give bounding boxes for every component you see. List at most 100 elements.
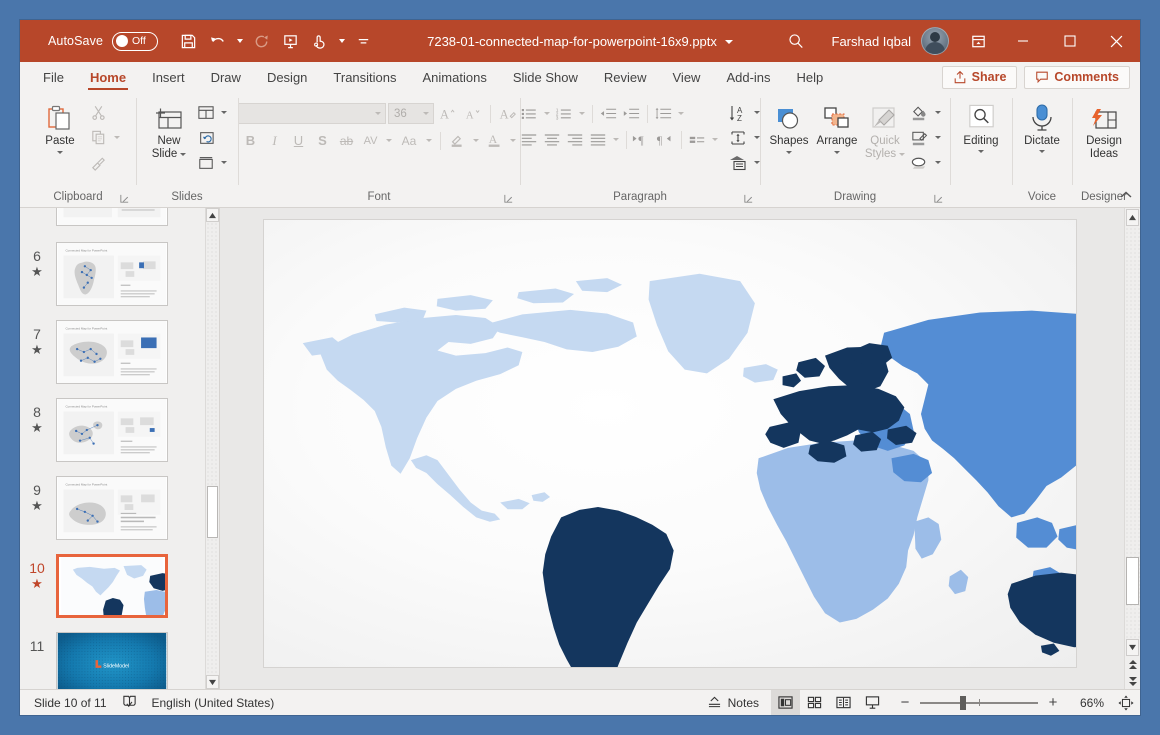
shapes-button[interactable]: Shapes xyxy=(766,98,812,154)
underline-button[interactable]: U xyxy=(287,129,310,152)
zoom-slider[interactable] xyxy=(920,695,1038,711)
shape-effects-dropdown-icon[interactable] xyxy=(932,151,944,174)
maximize-button[interactable] xyxy=(1046,20,1093,62)
document-title[interactable]: 7238-01-connected-map-for-powerpoint-16x… xyxy=(427,34,717,49)
notes-button[interactable]: Notes xyxy=(695,690,771,715)
tab-draw[interactable]: Draw xyxy=(198,62,254,92)
drawing-dialog-launcher-icon[interactable] xyxy=(933,191,944,203)
font-color-icon[interactable]: A xyxy=(483,129,506,152)
scroll-track[interactable] xyxy=(1125,227,1140,638)
shape-effects-icon[interactable] xyxy=(908,151,931,174)
tab-review[interactable]: Review xyxy=(591,62,660,92)
thumbnail-scrollbar[interactable] xyxy=(205,208,219,689)
scroll-down-button[interactable] xyxy=(1126,639,1139,656)
slide-thumbnail[interactable]: Connected Map for PowerPoint xyxy=(56,320,168,384)
slide-thumbnail[interactable]: Connected Map for PowerPoint xyxy=(56,398,168,462)
slide-indicator[interactable]: Slide 10 of 11 xyxy=(34,696,107,710)
scroll-thumb[interactable] xyxy=(1126,557,1139,605)
text-box-spacing-icon[interactable] xyxy=(727,126,750,149)
tab-insert[interactable]: Insert xyxy=(139,62,198,92)
bullets-dropdown-icon[interactable] xyxy=(541,102,553,125)
thumbnail-scroll-thumb[interactable] xyxy=(207,486,218,538)
autosave-toggle[interactable]: Off xyxy=(112,31,159,51)
font-dialog-launcher-icon[interactable] xyxy=(503,191,514,203)
tab-view[interactable]: View xyxy=(660,62,714,92)
undo-icon[interactable] xyxy=(204,28,231,55)
undo-dropdown-icon[interactable] xyxy=(233,28,246,55)
cut-icon[interactable] xyxy=(87,101,110,124)
columns-icon[interactable] xyxy=(727,151,750,174)
customize-quick-access-toolbar-icon[interactable] xyxy=(350,28,377,55)
zoom-in-button[interactable]: + xyxy=(1045,695,1061,711)
text-direction-icon[interactable]: ¶ xyxy=(631,128,654,151)
numbering-dropdown-icon[interactable] xyxy=(576,102,588,125)
zoom-control[interactable]: − + 66% xyxy=(887,695,1112,711)
slide-thumbnail[interactable]: Connected Map for PowerPoint xyxy=(56,476,168,540)
font-size-input[interactable]: 36 xyxy=(388,103,434,124)
slide-sorter-view-button[interactable] xyxy=(800,690,829,715)
smartart-dropdown-icon[interactable] xyxy=(709,128,721,151)
avatar[interactable] xyxy=(921,27,949,55)
document-title-dropdown-icon[interactable] xyxy=(724,40,733,45)
change-case-button[interactable]: Aa xyxy=(396,129,422,152)
fit-to-window-button[interactable] xyxy=(1112,690,1140,715)
shape-outline-icon[interactable] xyxy=(908,126,931,149)
slide-canvas-area[interactable] xyxy=(220,208,1124,689)
shape-outline-dropdown-icon[interactable] xyxy=(932,126,944,149)
align-left-icon[interactable] xyxy=(518,128,541,151)
tab-slide-show[interactable]: Slide Show xyxy=(500,62,591,92)
reading-view-button[interactable] xyxy=(829,690,858,715)
world-map-graphic[interactable] xyxy=(264,220,1076,667)
search-icon[interactable] xyxy=(774,20,818,62)
tab-transitions[interactable]: Transitions xyxy=(320,62,409,92)
shapes-dropdown-icon[interactable] xyxy=(786,151,792,154)
list-item[interactable]: 9 ★ Connected Map for PowerPoint xyxy=(20,476,205,540)
list-item[interactable]: 6 ★ Connected Map for PowerPoint xyxy=(20,242,205,306)
slide-thumbnail[interactable]: Connected Map for PowerPoint xyxy=(56,208,168,226)
minimize-button[interactable] xyxy=(999,20,1046,62)
text-highlight-dropdown-icon[interactable] xyxy=(470,129,482,152)
section-dropdown-icon[interactable] xyxy=(218,151,230,174)
character-spacing-dropdown-icon[interactable] xyxy=(383,129,395,152)
slide-thumbnail-pane[interactable]: 5 ★ Connected Map for PowerPoint xyxy=(20,208,220,689)
increase-font-size-icon[interactable]: A xyxy=(436,102,459,125)
previous-slide-button[interactable] xyxy=(1125,657,1140,673)
line-spacing-icon[interactable] xyxy=(652,102,675,125)
text-shadow-button[interactable]: S xyxy=(311,129,334,152)
slide-show-view-button[interactable] xyxy=(858,690,887,715)
character-spacing-button[interactable]: AV xyxy=(359,129,382,152)
decrease-font-size-icon[interactable]: A xyxy=(461,102,484,125)
format-painter-icon[interactable] xyxy=(87,151,110,174)
list-item[interactable]: 7 ★ Connected Map for PowerPoint xyxy=(20,320,205,384)
convert-to-smartart-icon[interactable] xyxy=(686,128,709,151)
text-highlight-color-icon[interactable] xyxy=(446,129,469,152)
close-button[interactable] xyxy=(1093,20,1140,62)
arrange-dropdown-icon[interactable] xyxy=(834,151,840,154)
account-info[interactable]: Farshad Iqbal xyxy=(818,27,958,55)
editing-dropdown-icon[interactable] xyxy=(978,150,984,153)
slide-vertical-scrollbar[interactable] xyxy=(1124,208,1140,689)
quick-styles-button[interactable]: Quick Styles xyxy=(862,98,908,161)
redo-icon[interactable] xyxy=(248,28,275,55)
align-right-icon[interactable] xyxy=(564,128,587,151)
bold-button[interactable]: B xyxy=(239,129,262,152)
slide-surface[interactable] xyxy=(264,220,1076,667)
save-icon[interactable] xyxy=(175,28,202,55)
zoom-out-button[interactable]: − xyxy=(897,695,913,711)
layout-icon[interactable] xyxy=(194,101,217,124)
dictate-dropdown-icon[interactable] xyxy=(1039,150,1045,153)
next-slide-button[interactable] xyxy=(1125,673,1140,689)
italic-button[interactable]: I xyxy=(263,129,286,152)
paragraph-dialog-launcher-icon[interactable] xyxy=(743,191,754,203)
collapse-ribbon-icon[interactable] xyxy=(1118,187,1134,203)
arrange-button[interactable]: Arrange xyxy=(812,98,862,154)
layout-dropdown-icon[interactable] xyxy=(218,101,230,124)
ribbon-display-options-icon[interactable] xyxy=(957,20,999,62)
tab-home[interactable]: Home xyxy=(76,62,140,92)
paste-button[interactable]: Paste xyxy=(33,98,87,154)
start-from-beginning-icon[interactable] xyxy=(277,28,304,55)
align-center-icon[interactable] xyxy=(541,128,564,151)
new-slide-button[interactable]: New Slide xyxy=(144,98,194,161)
slide-thumbnail[interactable]: Connected Map for PowerPoint xyxy=(56,242,168,306)
justify-icon[interactable] xyxy=(587,128,610,151)
